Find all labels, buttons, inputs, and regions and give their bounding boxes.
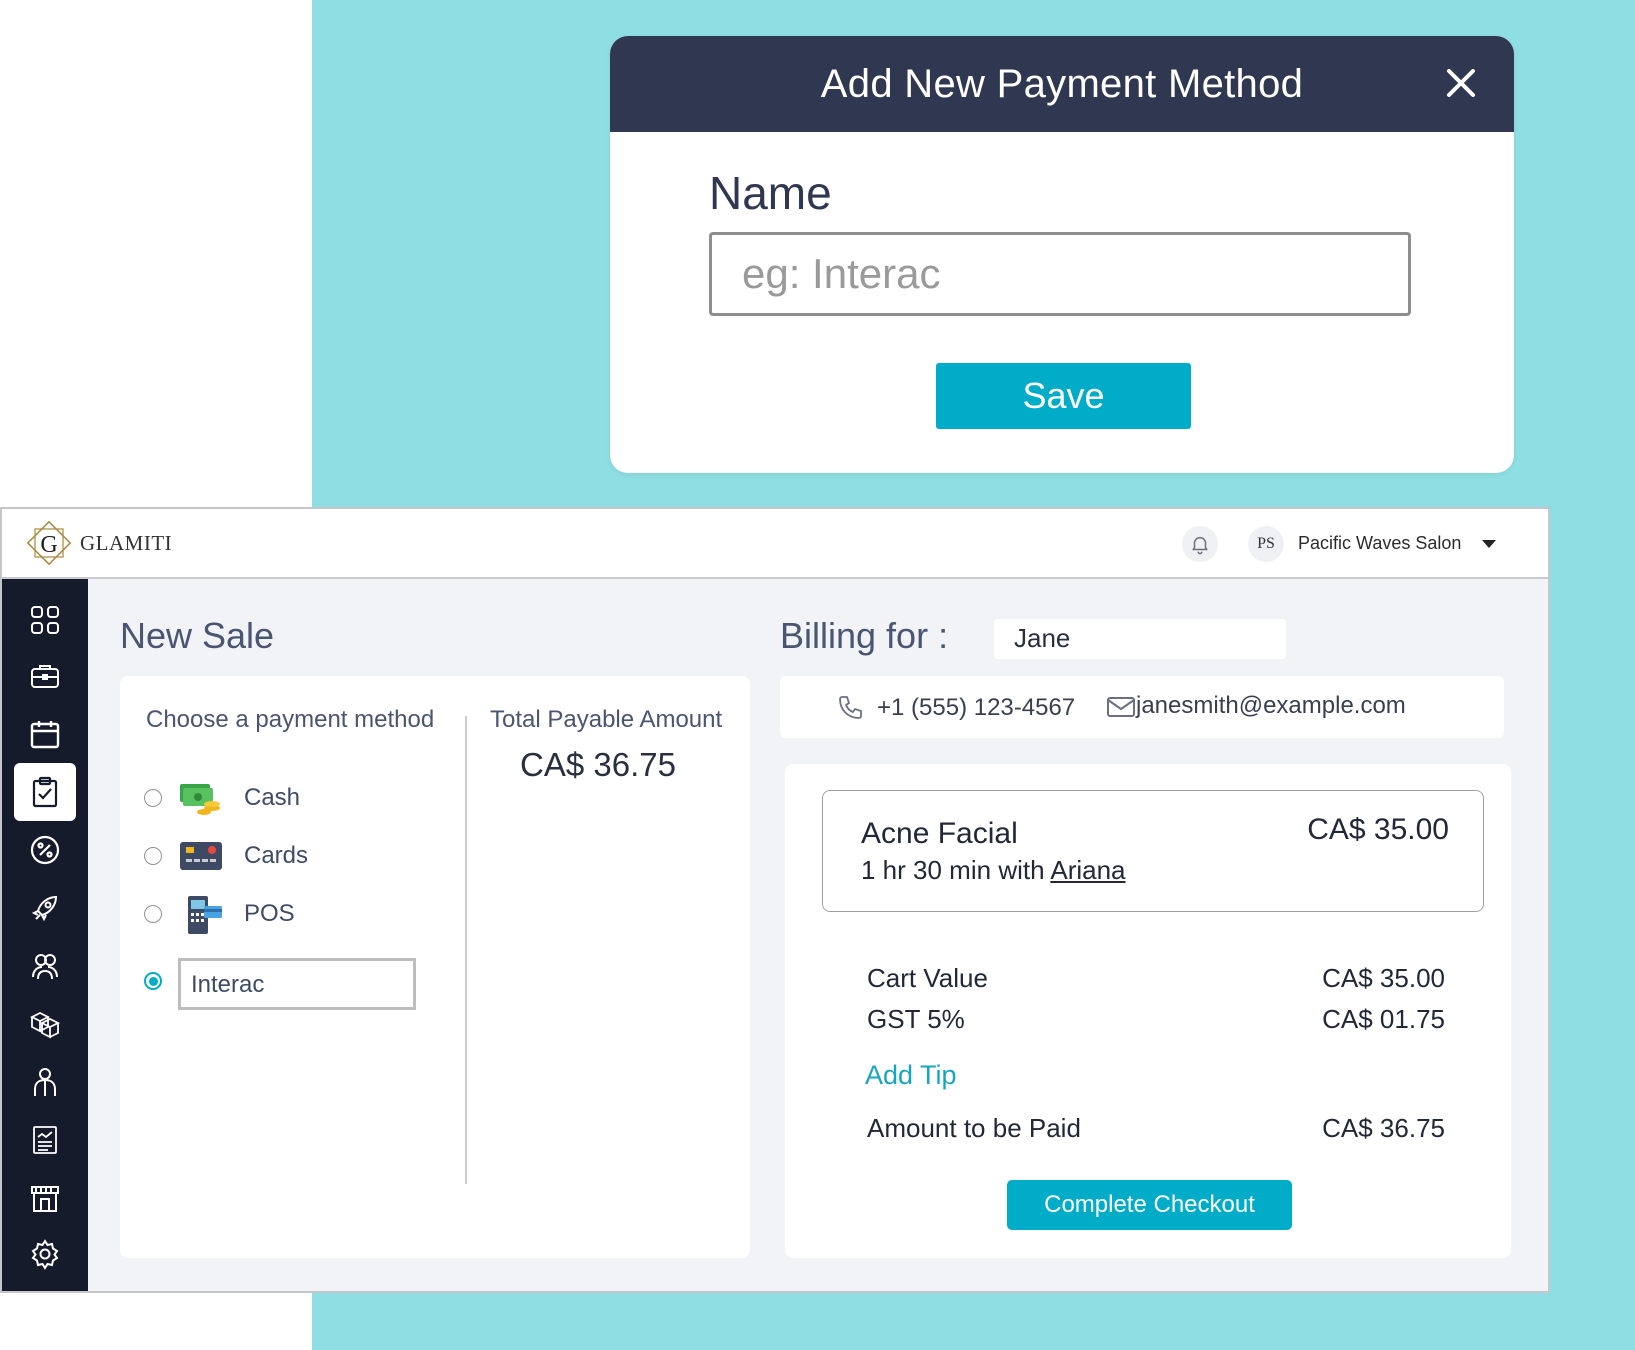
- cart-value-amount: CA$ 35.00: [1322, 963, 1445, 993]
- cash-icon: [180, 784, 220, 815]
- save-button[interactable]: Save: [936, 363, 1191, 429]
- payment-option-pos[interactable]: POS: [144, 894, 295, 934]
- service-item: Acne Facial CA$ 35.00 1 hr 30 min with A…: [822, 790, 1484, 912]
- payment-option-cards[interactable]: Cards: [144, 836, 308, 876]
- amount-to-pay-value: CA$ 36.75: [1322, 1113, 1445, 1143]
- payment-option-label: Cards: [244, 842, 309, 869]
- sidebar-item-marketing[interactable]: [14, 879, 76, 937]
- discount-badge-icon: [30, 835, 60, 865]
- modal-title: Add New Payment Method: [820, 61, 1304, 106]
- radio-button[interactable]: [144, 905, 162, 923]
- mail-icon: [1107, 697, 1135, 717]
- gst-label: GST 5%: [867, 1004, 965, 1034]
- sidebar-item-staff[interactable]: [14, 1053, 76, 1111]
- add-tip-link[interactable]: Add Tip: [865, 1060, 957, 1091]
- radio-button[interactable]: [144, 972, 162, 990]
- clipboard-check-icon: [32, 776, 58, 808]
- sidebar-item-store[interactable]: [14, 1169, 76, 1227]
- svg-text:G: G: [40, 532, 57, 558]
- bill-summary-card: Acne Facial CA$ 35.00 1 hr 30 min with A…: [785, 764, 1511, 1258]
- add-payment-method-modal: Add New Payment Method Name Save: [610, 36, 1514, 473]
- salon-name[interactable]: Pacific Waves Salon: [1298, 533, 1461, 554]
- glamiti-logo: G: [26, 520, 72, 566]
- sidebar-item-sales[interactable]: [14, 763, 76, 821]
- sidebar-item-reports[interactable]: [14, 1111, 76, 1169]
- briefcase-icon: [31, 665, 59, 688]
- sidebar-item-calendar[interactable]: [14, 705, 76, 763]
- client-email: janesmith@example.com: [1136, 692, 1406, 719]
- name-label: Name: [709, 167, 832, 219]
- calendar-icon: [30, 721, 60, 749]
- settings-gear-icon: [31, 1239, 59, 1270]
- service-name: Acne Facial: [861, 817, 1018, 850]
- sidebar-item-dashboard[interactable]: [14, 591, 76, 649]
- dashboard-grid-icon: [31, 606, 59, 634]
- clients-group-icon: [32, 954, 58, 980]
- payment-method-card: Choose a payment method Total Payable Am…: [120, 676, 750, 1258]
- avatar[interactable]: PS: [1248, 526, 1284, 562]
- brand-name: GLAMITI: [80, 531, 173, 555]
- client-phone: +1 (555) 123-4567: [877, 694, 1076, 721]
- total-payable-value: CA$ 36.75: [520, 746, 676, 783]
- service-with: with: [998, 855, 1045, 885]
- sidebar-item-services[interactable]: [14, 647, 76, 705]
- chevron-down-icon[interactable]: [1482, 540, 1496, 548]
- notifications-button[interactable]: [1182, 526, 1218, 562]
- phone-icon: [839, 696, 862, 719]
- sidebar-item-offers[interactable]: [14, 821, 76, 879]
- payment-option-label: POS: [244, 900, 295, 927]
- rocket-icon: [31, 895, 58, 922]
- payment-method-heading: Choose a payment method: [146, 706, 435, 733]
- stylist-link[interactable]: Ariana: [1050, 855, 1125, 885]
- app-window: G GLAMITI PS Pacific Waves Salon New Sal…: [0, 507, 1550, 1293]
- payment-option-interac[interactable]: [144, 972, 162, 990]
- sidebar: [2, 579, 88, 1291]
- service-price: CA$ 35.00: [1307, 813, 1449, 846]
- top-bar: G GLAMITI PS Pacific Waves Salon: [2, 509, 1548, 579]
- billing-for-label: Billing for :: [780, 615, 949, 656]
- staff-person-icon: [34, 1068, 56, 1096]
- client-contact-bar: +1 (555) 123-4567 janesmith@example.com: [780, 676, 1504, 738]
- divider: [465, 716, 467, 1184]
- store-icon: [31, 1186, 59, 1212]
- payment-option-label: Cash: [244, 784, 301, 811]
- billing-client-field[interactable]: Jane: [994, 619, 1286, 659]
- radio-button[interactable]: [144, 789, 162, 807]
- sidebar-item-settings[interactable]: [14, 1225, 76, 1283]
- sidebar-item-clients[interactable]: [14, 937, 76, 995]
- interac-method-field[interactable]: Interac: [178, 958, 416, 1010]
- content-area: New Sale Billing for : Jane Choose a pay…: [88, 579, 1548, 1291]
- sidebar-item-inventory[interactable]: [14, 995, 76, 1053]
- amount-to-pay-label: Amount to be Paid: [867, 1113, 1081, 1143]
- payment-option-cash[interactable]: Cash: [144, 778, 300, 818]
- card-icon: [180, 842, 222, 870]
- inventory-boxes-icon: [29, 1011, 61, 1039]
- gst-amount: CA$ 01.75: [1322, 1004, 1445, 1034]
- bell-icon: [1192, 536, 1208, 555]
- total-payable-heading: Total Payable Amount: [490, 706, 723, 733]
- cart-value-label: Cart Value: [867, 963, 988, 993]
- modal-header: Add New Payment Method: [610, 36, 1514, 132]
- complete-checkout-button[interactable]: Complete Checkout: [1007, 1180, 1292, 1230]
- reports-icon: [33, 1126, 57, 1154]
- pos-terminal-icon: [188, 896, 222, 934]
- page-title: New Sale: [120, 615, 275, 656]
- service-meta: 1 hr 30 min with Ariana: [861, 855, 1126, 886]
- radio-button[interactable]: [144, 847, 162, 865]
- service-duration: 1 hr 30 min: [861, 855, 992, 885]
- close-icon[interactable]: [1438, 60, 1484, 106]
- payment-name-input[interactable]: [709, 232, 1411, 316]
